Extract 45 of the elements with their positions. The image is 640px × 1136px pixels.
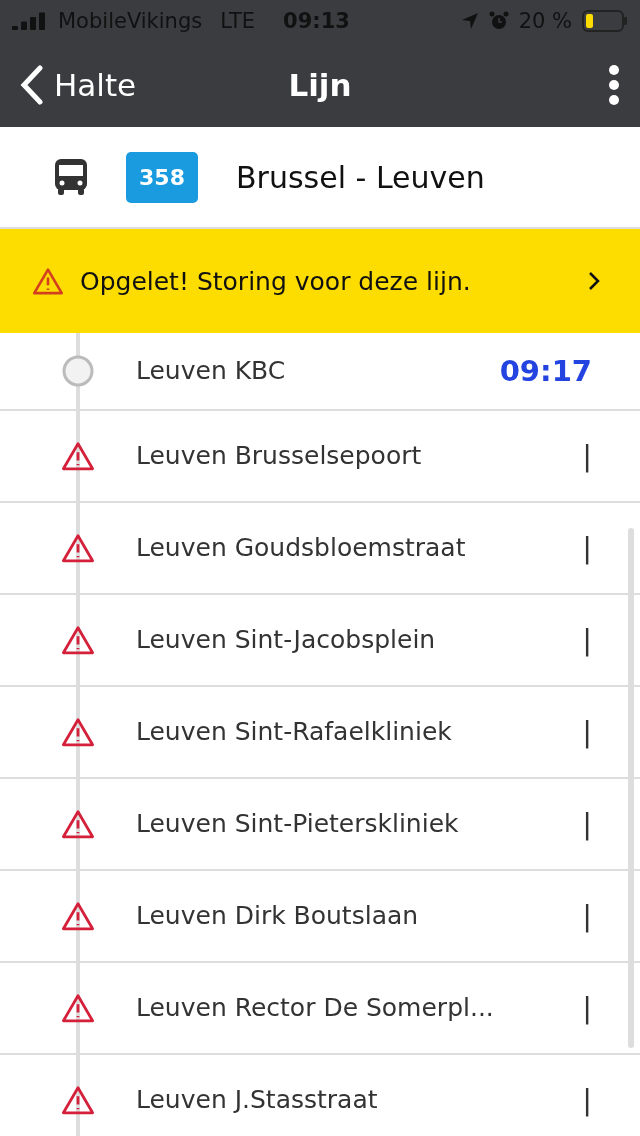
departure-time: |	[581, 1083, 593, 1117]
bus-icon	[54, 158, 88, 196]
warning-icon	[61, 440, 95, 472]
stop-name: Leuven Brusselsepoort	[136, 440, 423, 472]
disruption-message: Opgelet! Storing voor deze lijn.	[80, 266, 472, 296]
stop-row[interactable]: Leuven Brusselsepoort |	[0, 411, 640, 503]
departure-time: 09:17	[498, 354, 593, 388]
back-chevron-icon	[20, 64, 44, 105]
chevron-right-icon	[588, 271, 600, 291]
stop-name: Leuven Sint-Jacobsplein	[136, 624, 437, 656]
stop-name: Leuven Rector De Somerpl...	[136, 992, 495, 1024]
departure-time: |	[581, 715, 593, 749]
stop-name: Leuven Dirk Boutslaan	[136, 900, 420, 932]
departure-time: |	[581, 807, 593, 841]
stop-name: Leuven J.Stasstraat	[136, 1084, 379, 1116]
more-options-icon[interactable]	[608, 64, 620, 105]
warning-icon	[61, 808, 95, 840]
stop-row[interactable]: Leuven KBC 09:17	[0, 333, 640, 411]
stop-name: Leuven Sint-Rafaelkliniek	[136, 716, 453, 748]
departure-time: |	[581, 623, 593, 657]
location-arrow-icon	[460, 12, 479, 30]
warning-icon	[61, 716, 95, 748]
alarm-clock-icon	[488, 11, 509, 31]
warning-icon	[61, 532, 95, 564]
disruption-banner[interactable]: Opgelet! Storing voor deze lijn.	[0, 229, 640, 333]
back-button[interactable]: Halte	[20, 64, 137, 105]
stop-row[interactable]: Leuven J.Stasstraat |	[0, 1055, 640, 1136]
departure-time: |	[581, 899, 593, 933]
warning-icon	[61, 1084, 95, 1116]
departure-time: |	[581, 531, 593, 565]
departure-time: |	[581, 991, 593, 1025]
warning-icon	[61, 624, 95, 656]
warning-icon	[61, 900, 95, 932]
warning-icon	[32, 266, 64, 296]
page-title: Lijn	[288, 66, 352, 103]
stop-name: Leuven KBC	[136, 355, 287, 387]
battery-icon	[582, 10, 628, 32]
stop-name: Leuven Goudsbloemstraat	[136, 532, 467, 564]
signal-icon	[12, 12, 48, 30]
line-number-badge: 358	[126, 151, 198, 203]
line-name: Brussel - Leuven	[236, 159, 485, 195]
current-stop-circle-icon	[62, 355, 94, 387]
stop-name: Leuven Sint-Pieterskliniek	[136, 808, 460, 840]
departure-time: |	[581, 439, 593, 473]
warning-icon	[61, 992, 95, 1024]
